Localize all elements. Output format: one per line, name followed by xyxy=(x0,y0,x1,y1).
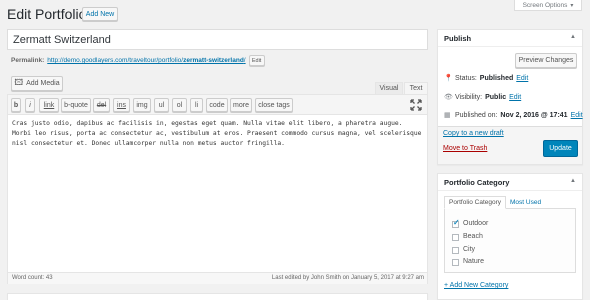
page-title: Edit Portfolio xyxy=(7,6,87,22)
published-row: ▦ Published on: Nov 2, 2016 @ 17:41 Edit xyxy=(444,111,583,120)
tab-portfolio-category[interactable]: Portfolio Category xyxy=(444,196,506,209)
qt-ol-button[interactable]: ol xyxy=(172,98,187,112)
category-collapse-icon[interactable]: ▲ xyxy=(570,178,576,184)
published-label: Published on: xyxy=(455,111,498,119)
checkbox[interactable] xyxy=(452,259,459,266)
fullscreen-icon[interactable] xyxy=(410,99,422,111)
checkbox[interactable] xyxy=(452,234,459,241)
category-box-title: Portfolio Category xyxy=(444,178,510,187)
published-value: Nov 2, 2016 @ 17:41 xyxy=(500,111,568,119)
qt-italic-button[interactable]: i xyxy=(25,98,35,112)
qt-ul-button[interactable]: ul xyxy=(154,98,169,112)
qt-close-tags-button[interactable]: close tags xyxy=(255,98,293,112)
qt-bold-button[interactable]: b xyxy=(11,98,21,112)
screen-options-button[interactable]: Screen Options ▾ xyxy=(514,0,582,11)
status-row: 📍 Status: Published Edit xyxy=(444,74,528,83)
permalink-edit-button[interactable]: Edit xyxy=(248,55,265,66)
publish-box-title: Publish xyxy=(444,34,472,43)
post-title-input[interactable]: Zermatt Switzerland xyxy=(7,29,428,50)
status-label: Status: xyxy=(455,74,477,82)
status-edit-link[interactable]: Edit xyxy=(516,75,528,82)
media-icon: 🖾 xyxy=(14,77,24,87)
visibility-edit-link[interactable]: Edit xyxy=(509,94,521,101)
preview-changes-button[interactable]: Preview Changes xyxy=(515,53,577,68)
qt-bquote-button[interactable]: b-quote xyxy=(61,98,91,112)
qt-link-button[interactable]: link xyxy=(39,98,59,112)
published-edit-link[interactable]: Edit xyxy=(571,112,583,119)
pin-icon: 📍 xyxy=(444,75,453,82)
post-title-value: Zermatt Switzerland xyxy=(13,33,111,46)
last-edited: Last edited by John Smith on January 5, … xyxy=(271,275,424,281)
qt-del-button[interactable]: del xyxy=(93,98,110,112)
qt-ins-button[interactable]: ins xyxy=(113,98,130,112)
qt-li-button[interactable]: li xyxy=(190,98,203,112)
meta-box-partial xyxy=(7,293,428,300)
publish-collapse-icon[interactable]: ▲ xyxy=(570,34,576,40)
add-new-button[interactable]: Add New xyxy=(82,7,118,21)
calendar-icon: ▦ xyxy=(444,112,451,119)
qt-more-button[interactable]: more xyxy=(230,98,252,112)
word-count: Word count: 43 xyxy=(12,275,53,281)
visibility-value: Public xyxy=(485,93,507,101)
visibility-row: 👁 Visibility: Public Edit xyxy=(444,93,521,102)
visibility-label: Visibility: xyxy=(455,93,483,101)
editor-textarea[interactable]: Cras justo odio, dapibus ac facilisis in… xyxy=(12,119,424,269)
add-media-label: Add Media xyxy=(26,80,60,87)
checkmark-icon: ✓ xyxy=(453,218,460,227)
publish-divider xyxy=(438,46,582,47)
screen-options-label: Screen Options xyxy=(522,1,568,9)
permalink-link[interactable]: http://demo.goodlayers.com/traveltour/po… xyxy=(47,57,245,64)
category-divider xyxy=(438,190,582,191)
copy-draft-link[interactable]: Copy to a new draft xyxy=(443,130,504,137)
permalink-row: Permalink: http://demo.goodlayers.com/tr… xyxy=(11,55,265,66)
permalink-slug: zermatt-switzerland xyxy=(183,57,244,64)
move-to-trash-link[interactable]: Move to Trash xyxy=(443,145,487,152)
qt-code-button[interactable]: code xyxy=(206,98,228,112)
chevron-down-icon: ▾ xyxy=(570,2,574,9)
add-media-button[interactable]: 🖾 Add Media xyxy=(11,76,63,91)
permalink-label: Permalink: xyxy=(11,57,45,64)
update-button[interactable]: Update xyxy=(543,140,578,157)
tab-most-used[interactable]: Most Used xyxy=(510,199,541,206)
qt-img-button[interactable]: img xyxy=(133,98,151,112)
add-new-category-link[interactable]: + Add New Category xyxy=(444,282,508,289)
checkbox[interactable] xyxy=(452,247,459,254)
status-value: Published xyxy=(479,74,514,82)
eye-icon: 👁 xyxy=(444,94,453,101)
